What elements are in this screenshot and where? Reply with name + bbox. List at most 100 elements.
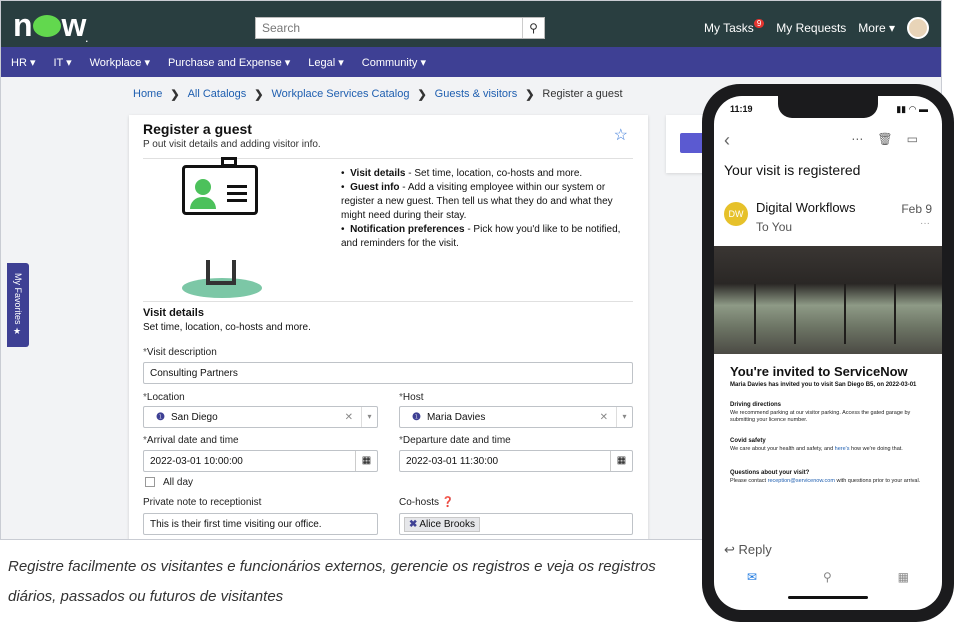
phone-screen: 11:19 ▮▮ ◠ ▬ ‹ ⋯🗑▭ Your visit is registe… (714, 96, 942, 610)
section-title: Visit details (143, 307, 204, 319)
departure-datetime-input[interactable]: 2022-03-01 11:30:00 ▦ (399, 450, 633, 472)
bullet-item: • Visit details - Set time, location, co… (341, 168, 583, 179)
crumb-all-catalogs[interactable]: All Catalogs (188, 88, 247, 101)
my-requests-link[interactable]: My Requests (776, 21, 846, 35)
mail-icon[interactable]: ✉ (747, 570, 757, 584)
bullet-item: • Guest info - Add a visiting employee w… (341, 182, 613, 221)
favorite-star-icon[interactable]: ☆ (614, 125, 628, 145)
home-indicator (788, 596, 868, 599)
chevron-right-icon: ❯ (417, 89, 427, 101)
departure-label: *Departure date and time (399, 435, 511, 446)
covid-heading: Covid safety (730, 438, 766, 444)
help-icon[interactable]: ❓ (442, 497, 454, 508)
calendar-icon[interactable]: ▦ (610, 451, 632, 471)
covid-link[interactable]: here's (835, 446, 850, 452)
section-subtitle: Set time, location, co-hosts and more. (143, 322, 311, 333)
bullet-item: • Notification preferences - Pick how yo… (341, 224, 621, 249)
clear-icon[interactable]: ✕ (345, 412, 353, 423)
phone-mockup: 11:19 ▮▮ ◠ ▬ ‹ ⋯🗑▭ Your visit is registe… (702, 84, 954, 622)
divider (143, 301, 633, 302)
my-favorites-tab[interactable]: My Favorites ★ (7, 263, 29, 347)
text-lines-icon (227, 185, 247, 188)
archive-icon[interactable]: ▭ (907, 132, 932, 146)
top-bar: n w. Search ⚲ My Tasks 9 My Requests More ▾ (1, 1, 941, 47)
calendar-icon[interactable]: ▦ (355, 451, 377, 471)
note-input[interactable]: This is their first time visiting our of… (143, 513, 378, 535)
email-link[interactable]: reception@servicenow.com (768, 478, 835, 484)
page-subtitle: P out visit details and adding visitor i… (143, 139, 321, 150)
host-select[interactable]: ❶ Maria Davies ✕ ▾ (399, 406, 633, 428)
details-icon[interactable]: ··· (920, 218, 930, 229)
info-icon: ❶ (156, 412, 165, 423)
sender-name: Digital Workflows (756, 200, 856, 215)
reply-button[interactable]: ↩ Reply (724, 542, 772, 558)
chevron-right-icon: ❯ (254, 89, 264, 101)
search-input[interactable]: Search ⚲ (255, 17, 545, 39)
nav-purchase-expense[interactable]: Purchase and Expense ▾ (168, 56, 290, 69)
status-time: 11:19 (730, 104, 753, 114)
clear-icon[interactable]: ✕ (600, 412, 608, 423)
email-subject: Your visit is registered (724, 162, 861, 178)
caption-text: Registre facilmente os visitantes e func… (8, 558, 656, 605)
tasks-badge: 9 (753, 19, 765, 28)
questions-text: Please contact reception@servicenow.com … (730, 478, 921, 484)
my-tasks-label: My Tasks (704, 21, 754, 35)
location-label: *Location (143, 392, 185, 403)
calendar-icon[interactable]: ▦ (898, 570, 909, 584)
trash-icon[interactable]: 🗑 (877, 132, 906, 146)
driving-text: We recommend parking at our visitor park… (730, 410, 911, 423)
questions-heading: Questions about your visit? (730, 470, 810, 476)
user-avatar[interactable] (907, 17, 929, 39)
chevron-right-icon: ❯ (170, 89, 180, 101)
arrival-datetime-input[interactable]: 2022-03-01 10:00:00 ▦ (143, 450, 378, 472)
back-icon[interactable]: ‹ (724, 130, 730, 151)
crumb-guests-visitors[interactable]: Guests & visitors (435, 88, 518, 101)
cup-illustration (206, 260, 236, 285)
crumb-current: Register a guest (542, 88, 623, 100)
sender-avatar: DW (724, 202, 748, 226)
covid-text: We care about your health and safety, an… (730, 446, 903, 452)
location-select[interactable]: ❶ San Diego ✕ ▾ (143, 406, 378, 428)
search-icon[interactable]: ⚲ (522, 18, 544, 38)
cohost-chip[interactable]: ✖ Alice Brooks (404, 517, 480, 532)
crumb-workplace-catalog[interactable]: Workplace Services Catalog (271, 88, 409, 101)
info-icon: ❶ (412, 412, 421, 423)
invite-line: Maria Davies has invited you to visit Sa… (730, 382, 917, 388)
remove-icon[interactable]: ✖ (409, 519, 417, 530)
cohosts-input[interactable]: ✖ Alice Brooks (399, 513, 633, 535)
all-day-label: All day (163, 477, 194, 488)
all-day-checkbox[interactable] (145, 477, 155, 487)
more-menu[interactable]: More ▾ (858, 21, 895, 35)
breadcrumb: Home ❯ All Catalogs ❯ Workplace Services C… (133, 88, 623, 101)
nav-it[interactable]: IT ▾ (53, 56, 71, 69)
host-label: *Host (399, 392, 424, 403)
main-nav: HR ▾ IT ▾ Workplace ▾ Purchase and Expen… (1, 47, 941, 77)
mail-tabbar: ✉ ⚲ ▦ (714, 564, 942, 590)
visit-description-label: *Visit description (143, 347, 217, 358)
office-photo (714, 246, 942, 354)
more-icon[interactable]: ⋯ (851, 132, 877, 146)
my-tasks-link[interactable]: My Tasks 9 (704, 19, 765, 35)
search-icon[interactable]: ⚲ (823, 570, 832, 584)
top-links: My Tasks 9 My Requests More ▾ (704, 17, 929, 39)
register-guest-form: Register a guest P out visit details and… (129, 115, 648, 539)
nav-community[interactable]: Community ▾ (362, 56, 426, 69)
chevron-down-icon[interactable]: ▾ (616, 407, 632, 427)
note-label: Private note to receptionist (143, 497, 262, 508)
divider (143, 158, 633, 159)
now-logo[interactable]: n w. (13, 7, 88, 44)
crumb-home[interactable]: Home (133, 88, 162, 101)
reply-icon: ↩ (724, 542, 735, 557)
arrival-label: *Arrival date and time (143, 435, 239, 446)
nav-hr[interactable]: HR ▾ (11, 56, 35, 69)
driving-heading: Driving directions (730, 402, 782, 408)
chevron-down-icon[interactable]: ▾ (361, 407, 377, 427)
email-date: Feb 9 (901, 202, 932, 216)
visit-description-input[interactable]: Consulting Partners (143, 362, 633, 384)
status-icons: ▮▮ ◠ ▬ (896, 104, 928, 114)
person-icon (195, 179, 211, 195)
invite-title: You're invited to ServiceNow (730, 364, 908, 379)
nav-legal[interactable]: Legal ▾ (308, 56, 344, 69)
search-placeholder: Search (262, 21, 301, 35)
nav-workplace[interactable]: Workplace ▾ (90, 56, 150, 69)
